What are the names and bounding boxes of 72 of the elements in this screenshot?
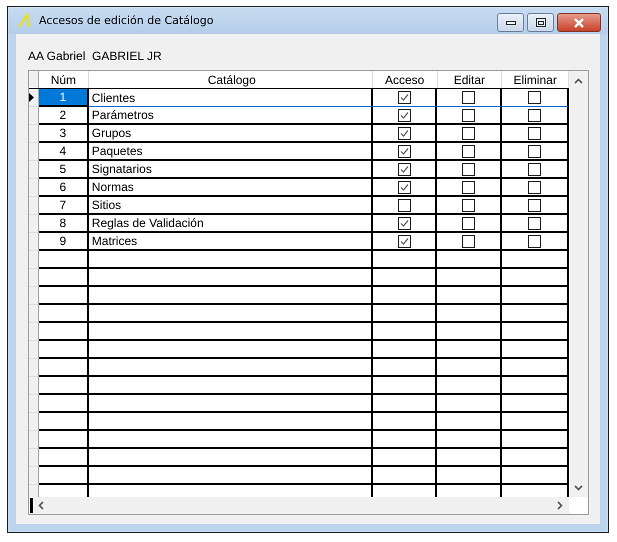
checkbox[interactable]	[528, 216, 542, 230]
minimize-button[interactable]	[497, 13, 524, 32]
checkbox[interactable]	[528, 144, 542, 158]
checkbox[interactable]	[398, 234, 411, 248]
table-cell: Normas	[88, 179, 373, 197]
scroll-down-icon[interactable]	[574, 485, 583, 491]
checkbox[interactable]	[398, 144, 411, 158]
table-row[interactable]: 3 Grupos	[29, 125, 569, 143]
table-row[interactable]: 5 Signatarios	[29, 161, 569, 179]
checkbox[interactable]	[462, 108, 476, 122]
column-header[interactable]: Acceso	[372, 71, 438, 88]
table-cell: Parámetros	[88, 107, 373, 125]
checkbox[interactable]	[398, 126, 411, 140]
table-cell: 7	[38, 197, 89, 215]
vertical-scrollbar[interactable]	[569, 71, 588, 497]
table-cell: 6	[38, 179, 89, 197]
table-cell: Grupos	[88, 125, 373, 143]
checkbox[interactable]	[462, 198, 476, 212]
maximize-button[interactable]	[527, 13, 554, 32]
maximize-icon	[536, 18, 546, 27]
table-row[interactable]: 8 Reglas de Validación	[29, 215, 569, 233]
checkbox[interactable]	[398, 198, 411, 212]
table-cell: 8	[38, 215, 89, 233]
checkbox[interactable]	[528, 180, 542, 194]
checkbox[interactable]	[528, 198, 542, 212]
table-cell: 2	[38, 107, 89, 125]
table-row[interactable]: 9 Matrices	[29, 233, 569, 251]
table-row[interactable]: 4 Paquetes	[29, 143, 569, 161]
scroll-right-icon[interactable]	[557, 501, 563, 510]
table-row[interactable]: 2 Parámetros	[29, 107, 569, 125]
checkbox[interactable]	[528, 91, 542, 104]
table-cell: Signatarios	[88, 161, 373, 179]
table-cell: 3	[38, 125, 89, 143]
table-cell: Clientes	[88, 89, 373, 107]
checkbox[interactable]	[398, 180, 411, 194]
user-label: AA Gabriel GABRIEL JR	[28, 49, 163, 65]
scroll-left-icon[interactable]	[38, 501, 44, 510]
checkbox[interactable]	[398, 91, 411, 104]
close-icon	[573, 18, 585, 28]
checkbox[interactable]	[462, 180, 476, 194]
close-button[interactable]	[557, 13, 601, 32]
table-cell: 1	[38, 89, 89, 107]
column-header[interactable]: Editar	[438, 71, 502, 88]
row-pointer-icon	[29, 93, 34, 102]
checkbox[interactable]	[528, 234, 542, 248]
table-cell: Matrices	[88, 233, 373, 251]
checkbox[interactable]	[528, 108, 542, 122]
checkbox[interactable]	[462, 126, 476, 140]
table-row[interactable]: 6 Normas	[29, 179, 569, 197]
row-header[interactable]	[29, 89, 39, 107]
table-row[interactable]: 7 Sitios	[29, 197, 569, 215]
checkbox[interactable]	[398, 108, 411, 122]
minimize-icon	[506, 20, 516, 26]
checkbox[interactable]	[462, 162, 476, 176]
horizontal-scrollbar[interactable]	[29, 497, 569, 514]
window-title: Accesos de edición de Catálogo	[39, 14, 214, 27]
table-row[interactable]: 1 Clientes	[29, 89, 569, 107]
table-cell: Reglas de Validación	[88, 215, 373, 233]
table-cell: 9	[38, 233, 89, 251]
table-cell: 5	[38, 161, 89, 179]
scroll-up-icon[interactable]	[574, 78, 583, 84]
checkbox[interactable]	[398, 162, 411, 176]
checkbox[interactable]	[462, 216, 476, 230]
checkbox[interactable]	[528, 162, 542, 176]
checkbox[interactable]	[462, 234, 476, 248]
checkbox[interactable]	[462, 144, 476, 158]
table-cell: Sitios	[88, 197, 373, 215]
checkbox[interactable]	[398, 216, 411, 230]
table-cell: Paquetes	[88, 143, 373, 161]
checkbox[interactable]	[528, 126, 542, 140]
checkbox[interactable]	[462, 91, 476, 104]
table-cell: 4	[38, 143, 89, 161]
